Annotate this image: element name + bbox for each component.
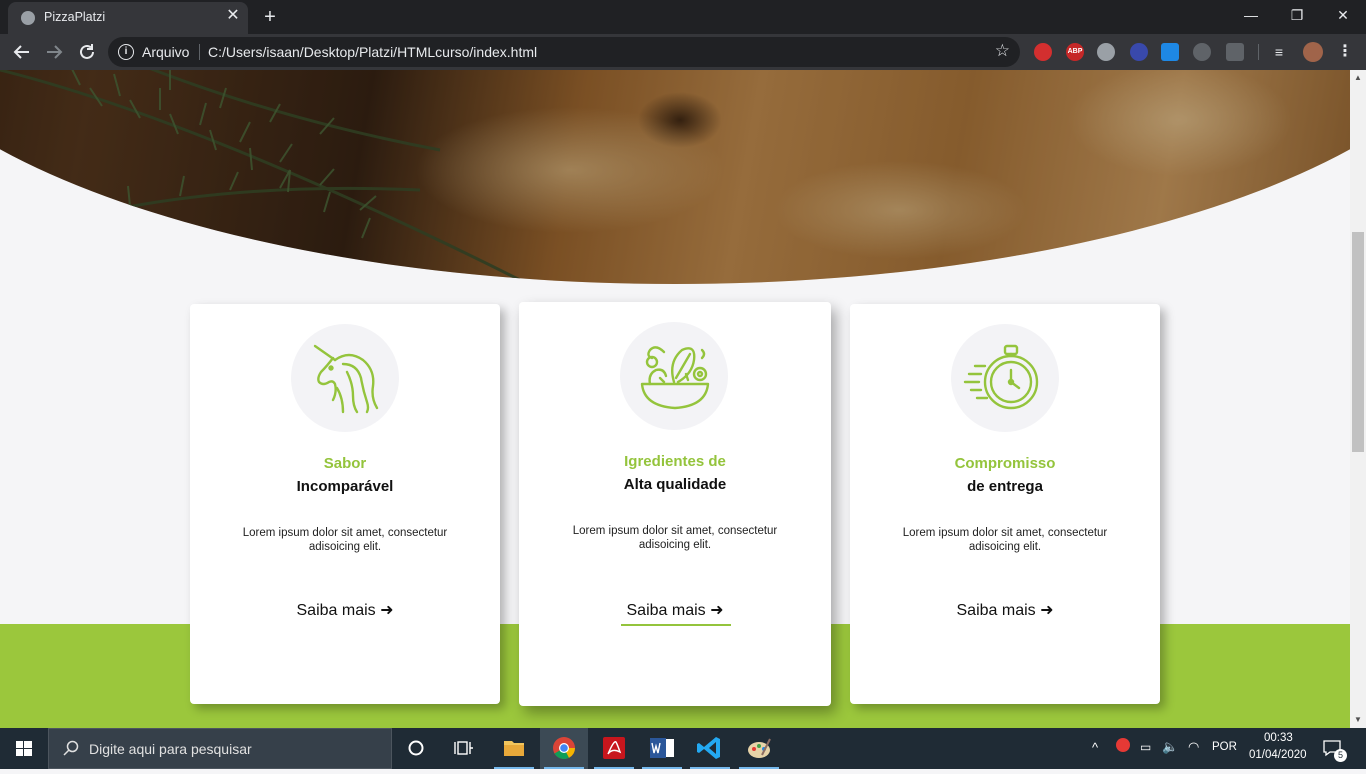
card-description: Lorem ipsum dolor sit amet, consectetur … (572, 525, 778, 551)
s-extension-icon[interactable] (1161, 43, 1179, 61)
saiba-mais-link[interactable]: Saiba mais ➜ (190, 600, 500, 620)
adblock-extension-icon[interactable]: ABP (1066, 43, 1084, 61)
menu-dots-icon[interactable]: ⋮ (1336, 43, 1354, 61)
feature-card-sabor: Sabor Incomparável Lorem ipsum dolor sit… (190, 304, 500, 704)
acrobat-taskbar-icon[interactable] (590, 728, 638, 769)
chrome-taskbar-icon[interactable] (540, 728, 588, 769)
word-taskbar-icon[interactable] (638, 728, 686, 769)
cortana-button[interactable] (392, 728, 440, 769)
feature-card-compromisso: Compromisso de entrega Lorem ipsum dolor… (850, 304, 1160, 704)
clock-date[interactable]: 01/04/2020 (1249, 749, 1307, 761)
icon-circle (620, 322, 728, 430)
back-button[interactable] (9, 39, 35, 65)
palette-icon (748, 738, 771, 758)
windows-logo-icon (16, 741, 32, 756)
stopwatch-icon (963, 344, 1039, 410)
saiba-mais-link[interactable]: Saiba mais ➜ (850, 600, 1160, 620)
start-button[interactable] (0, 728, 48, 769)
card-description: Lorem ipsum dolor sit amet, consectetur … (902, 527, 1108, 553)
reload-button[interactable] (74, 39, 100, 65)
paint-taskbar-icon[interactable] (735, 728, 783, 769)
page-scrollbar[interactable]: ▲ ▼ (1350, 70, 1366, 728)
unicorn-icon (313, 344, 379, 414)
reload-icon (80, 44, 94, 59)
pinterest-extension-icon[interactable] (1097, 43, 1115, 61)
file-explorer-taskbar-icon[interactable] (490, 728, 538, 769)
pdf-icon (603, 737, 625, 759)
vscode-icon (697, 737, 720, 759)
card-title: Incomparável (296, 478, 394, 495)
avatar[interactable] (1303, 42, 1323, 62)
divider (1258, 44, 1259, 60)
divider (199, 44, 200, 60)
word-icon (650, 738, 674, 758)
arrow-left-icon (13, 45, 29, 59)
new-tab-button[interactable]: + (258, 5, 282, 29)
browser-tabbar: PizzaPlatzi ✕ + — ❐ ✕ (0, 0, 1366, 34)
card-title: de entrega (967, 478, 1043, 495)
eye-extension-icon[interactable] (1130, 43, 1148, 61)
search-icon (63, 740, 79, 756)
battery-icon[interactable]: ▭ (1140, 740, 1151, 754)
feature-card-ingredientes: Igredientes de Alta qualidade Lorem ipsu… (519, 302, 831, 706)
url-text[interactable]: C:/Users/isaan/Desktop/Platzi/HTMLcurso/… (208, 44, 537, 60)
cortana-circle-icon (408, 740, 424, 756)
minimize-button[interactable]: — (1228, 0, 1274, 30)
hero-pizza-image (0, 70, 1350, 284)
icon-circle (951, 324, 1059, 432)
card-kicker: Compromisso (954, 455, 1056, 472)
notification-count-badge: 5 (1334, 749, 1347, 762)
globe-icon (21, 11, 35, 25)
clock-time[interactable]: 00:33 (1264, 732, 1293, 744)
chrome-icon (553, 737, 575, 759)
taskbar-search-box[interactable]: Digite aqui para pesquisar (48, 728, 392, 769)
language-indicator[interactable]: POR (1212, 741, 1237, 753)
saiba-mais-link[interactable]: Saiba mais ➜ (519, 600, 831, 620)
rosemary-decoration (0, 70, 521, 282)
scroll-up-icon[interactable]: ▲ (1350, 70, 1366, 86)
stop-extension-icon[interactable] (1034, 43, 1052, 61)
task-view-icon (454, 741, 473, 755)
card-kicker: Igredientes de (624, 453, 726, 470)
browser-tab[interactable]: PizzaPlatzi ✕ (8, 2, 248, 34)
tray-app-icon[interactable] (1116, 738, 1130, 752)
page-viewport: Sabor Incomparável Lorem ipsum dolor sit… (0, 70, 1350, 728)
restore-button[interactable]: ❐ (1274, 0, 1320, 30)
windows-taskbar: Digite aqui para pesquisar ^ ▭ 🔈 ◠ POR 0… (0, 728, 1366, 769)
close-tab-icon[interactable]: ✕ (224, 7, 242, 25)
link-underline (621, 624, 731, 626)
card-title: Alta qualidade (623, 476, 727, 493)
bookmark-star-icon[interactable]: ☆ (995, 41, 1010, 61)
scroll-down-icon[interactable]: ▼ (1350, 712, 1366, 728)
folder-icon (504, 741, 524, 756)
search-placeholder: Digite aqui para pesquisar (89, 741, 252, 757)
close-window-button[interactable]: ✕ (1320, 0, 1366, 30)
card-description: Lorem ipsum dolor sit amet, consectetur … (242, 527, 448, 553)
info-icon[interactable]: i (118, 44, 134, 60)
tab-title: PizzaPlatzi (44, 10, 106, 24)
icon-circle (291, 324, 399, 432)
scroll-thumb[interactable] (1352, 232, 1364, 452)
forward-button[interactable] (41, 39, 67, 65)
bulb-extension-icon[interactable] (1193, 43, 1211, 61)
browser-toolbar: i Arquivo C:/Users/isaan/Desktop/Platzi/… (0, 34, 1366, 70)
card-kicker: Sabor (323, 455, 367, 472)
arrow-right-icon (47, 45, 63, 59)
mask-extension-icon[interactable] (1226, 43, 1244, 61)
address-bar[interactable]: i Arquivo C:/Users/isaan/Desktop/Platzi/… (108, 37, 1020, 67)
address-prefix: Arquivo (142, 44, 190, 60)
volume-icon[interactable]: 🔈 (1162, 739, 1178, 755)
task-view-button[interactable] (440, 728, 488, 769)
vscode-taskbar-icon[interactable] (686, 728, 734, 769)
tray-chevron-icon[interactable]: ^ (1092, 740, 1098, 755)
salad-bowl-icon (640, 346, 710, 410)
media-playlist-icon[interactable]: ≡ (1270, 43, 1288, 61)
wifi-icon[interactable]: ◠ (1188, 739, 1199, 755)
